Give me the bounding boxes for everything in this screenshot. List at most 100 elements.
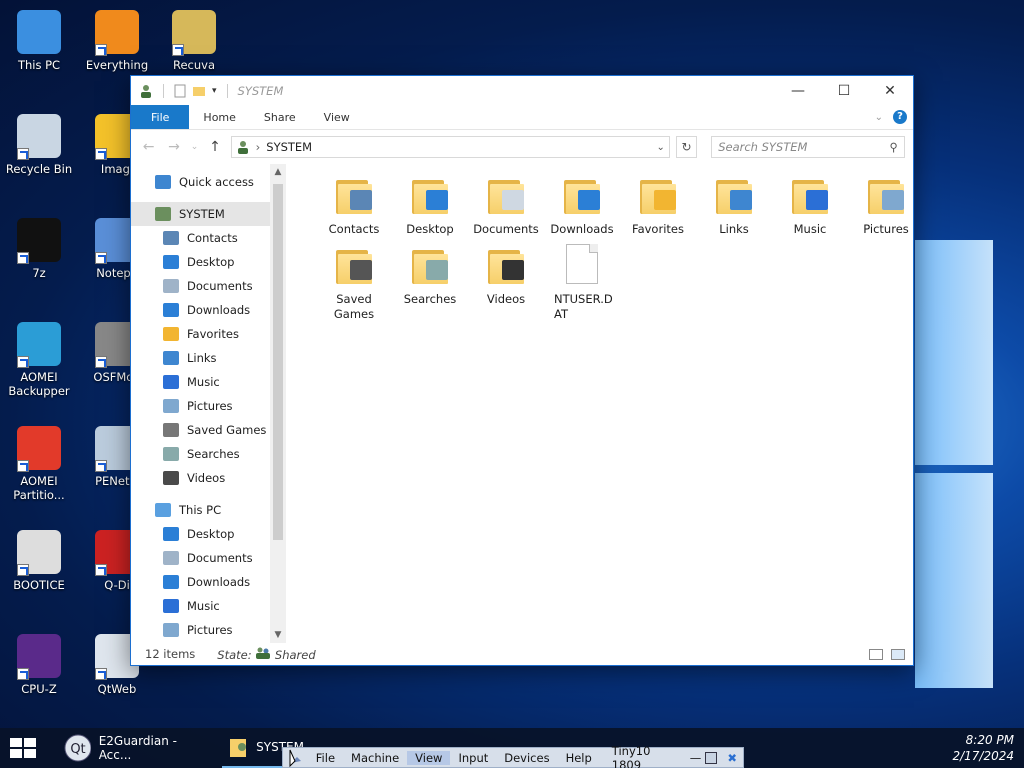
- item-label: Music: [793, 222, 827, 236]
- tab-home[interactable]: Home: [189, 105, 249, 129]
- help-icon[interactable]: ?: [893, 110, 907, 124]
- desktop-icon-7z[interactable]: 7z: [0, 218, 78, 280]
- minimize-icon[interactable]: —: [690, 751, 702, 765]
- recent-locations-icon[interactable]: ⌄: [190, 142, 200, 152]
- file-icon: [566, 244, 598, 284]
- state-value: Shared: [274, 647, 316, 662]
- folder-favorites[interactable]: Favorites: [620, 174, 696, 237]
- vbox-menu-help[interactable]: Help: [558, 751, 600, 765]
- nav-item-saved-games[interactable]: Saved Games: [131, 418, 286, 442]
- minimize-button[interactable]: —: [775, 76, 821, 105]
- scroll-up-icon[interactable]: ▲: [270, 167, 286, 177]
- breadcrumb-chevron-icon[interactable]: ›: [256, 140, 261, 154]
- nav-item-videos[interactable]: Videos: [131, 466, 286, 490]
- nav-item-music[interactable]: Music: [131, 370, 286, 394]
- address-bar-row: ← → ⌄ ↑ › SYSTEM ⌄ ↻ Search SYSTEM ⚲: [131, 130, 913, 164]
- folder-searches[interactable]: Searches: [392, 244, 468, 307]
- search-icon: ⚲: [889, 140, 898, 154]
- nav-item-quick-access[interactable]: Quick access: [131, 170, 286, 194]
- pin-icon[interactable]: [287, 749, 304, 767]
- desktop-icon-cpu-z[interactable]: CPU-Z: [0, 634, 78, 696]
- item-label: Desktop: [406, 222, 454, 236]
- vbox-menu-view[interactable]: View: [407, 750, 451, 765]
- search-input[interactable]: Search SYSTEM ⚲: [711, 136, 905, 158]
- user-folder-icon: [230, 739, 246, 757]
- folder-desktop[interactable]: Desktop: [392, 174, 468, 237]
- scroll-thumb[interactable]: [273, 184, 283, 540]
- nav-item-pc-downloads[interactable]: Downloads: [131, 570, 286, 594]
- desktop-icon-everything[interactable]: Everything: [78, 10, 156, 72]
- nav-item-system[interactable]: SYSTEM: [131, 202, 286, 226]
- nav-item-links[interactable]: Links: [131, 346, 286, 370]
- nav-item-pc-desktop[interactable]: Desktop: [131, 522, 286, 546]
- folder-videos[interactable]: Videos: [468, 244, 544, 307]
- desktop-icon-this-pc[interactable]: This PC: [0, 10, 78, 72]
- close-vm-icon[interactable]: ✖: [727, 751, 737, 765]
- nav-item-favorites[interactable]: Favorites: [131, 322, 286, 346]
- large-icons-view-icon[interactable]: [891, 648, 905, 660]
- status-bar: 12 items State: Shared: [131, 643, 913, 665]
- expand-ribbon-icon[interactable]: ⌄: [875, 112, 883, 123]
- file-explorer-window[interactable]: ▾ SYSTEM — ☐ ✕ File Home Share View ⌄ ? …: [130, 75, 914, 666]
- shortcut-arrow-icon: [95, 356, 107, 368]
- nav-item-searches[interactable]: Searches: [131, 442, 286, 466]
- nav-item-downloads[interactable]: Downloads: [131, 298, 286, 322]
- vbox-menu-devices[interactable]: Devices: [496, 751, 557, 765]
- tab-share[interactable]: Share: [250, 105, 310, 129]
- folder-documents[interactable]: Documents: [468, 174, 544, 237]
- start-button[interactable]: [10, 738, 36, 758]
- folder-links[interactable]: Links: [696, 174, 772, 237]
- new-folder-icon[interactable]: [192, 85, 206, 97]
- file-ntuser-dat[interactable]: NTUSER.DAT: [544, 244, 620, 322]
- up-arrow-icon[interactable]: ↑: [205, 139, 224, 155]
- folder-contacts[interactable]: Contacts: [316, 174, 392, 237]
- vbox-menu-input[interactable]: Input: [450, 751, 496, 765]
- vbox-menu-file[interactable]: File: [308, 751, 343, 765]
- folder-pictures[interactable]: Pictures: [848, 174, 924, 237]
- properties-icon[interactable]: [174, 84, 186, 98]
- customize-qat-icon[interactable]: ▾: [212, 86, 217, 96]
- desktop-icon-bootice[interactable]: BOOTICE: [0, 530, 78, 592]
- desktop-icon-aomei-backupper[interactable]: AOMEI Backupper: [0, 322, 78, 398]
- back-arrow-icon[interactable]: ←: [139, 139, 158, 155]
- close-button[interactable]: ✕: [867, 76, 913, 105]
- nav-item-pc-music[interactable]: Music: [131, 594, 286, 618]
- nav-item-documents[interactable]: Documents: [131, 274, 286, 298]
- title-bar[interactable]: ▾ SYSTEM — ☐ ✕: [131, 76, 913, 105]
- item-label: Links: [719, 222, 749, 236]
- breadcrumb[interactable]: SYSTEM: [266, 140, 312, 154]
- cpuz-icon: [17, 634, 61, 680]
- desktop-icon: [426, 190, 448, 210]
- navigation-pane[interactable]: Quick access SYSTEM Contacts Desktop Documen…: [131, 164, 286, 643]
- nav-item-pc-pictures[interactable]: Pictures: [131, 618, 286, 642]
- refresh-button[interactable]: ↻: [675, 136, 698, 158]
- restore-window-icon[interactable]: [705, 751, 718, 764]
- folder-icon: [484, 244, 528, 288]
- vbox-menu-machine[interactable]: Machine: [343, 751, 407, 765]
- nav-item-desktop[interactable]: Desktop: [131, 250, 286, 274]
- nav-item-pictures[interactable]: Pictures: [131, 394, 286, 418]
- nav-item-contacts[interactable]: Contacts: [131, 226, 286, 250]
- desktop-icon-recycle-bin[interactable]: Recycle Bin: [0, 114, 78, 176]
- folder-downloads[interactable]: Downloads: [544, 174, 620, 237]
- nav-item-label: Quick access: [179, 175, 254, 189]
- scroll-down-icon[interactable]: ▼: [270, 630, 286, 640]
- nav-item-pc-documents[interactable]: Documents: [131, 546, 286, 570]
- tab-file[interactable]: File: [131, 105, 190, 129]
- folder-music[interactable]: Music: [772, 174, 848, 237]
- nav-item-this-pc[interactable]: This PC: [131, 498, 286, 522]
- address-bar[interactable]: › SYSTEM ⌄: [230, 136, 670, 158]
- folder-saved-games[interactable]: Saved Games: [316, 244, 392, 322]
- desktop-icon-recuva[interactable]: Recuva: [155, 10, 233, 72]
- maximize-button[interactable]: ☐: [821, 76, 867, 105]
- taskbar-e2guardian[interactable]: Qt E2Guardian - Acc...: [58, 728, 208, 768]
- forward-arrow-icon[interactable]: →: [164, 139, 183, 155]
- nav-scrollbar[interactable]: ▲ ▼: [270, 164, 286, 643]
- system-clock[interactable]: 8:20 PM 2/17/2024: [952, 732, 1014, 764]
- videos-icon: [163, 471, 179, 485]
- file-list[interactable]: Contacts Desktop Documents Downloads Favorit…: [286, 164, 913, 643]
- desktop-icon-aomei-partitio-[interactable]: AOMEI Partitio...: [0, 426, 78, 502]
- tab-view[interactable]: View: [310, 105, 364, 129]
- details-view-icon[interactable]: [869, 648, 883, 660]
- address-dropdown-icon[interactable]: ⌄: [656, 142, 664, 153]
